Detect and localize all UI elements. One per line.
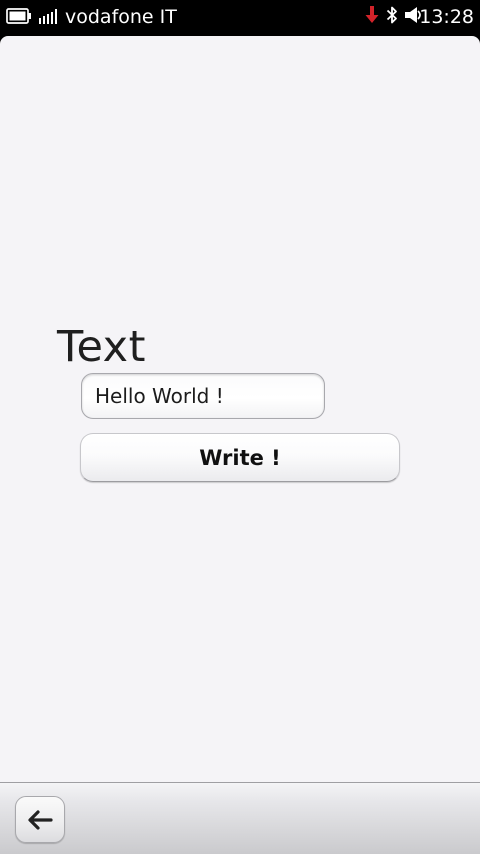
page-heading: Text (57, 322, 146, 372)
back-arrow-icon (28, 810, 53, 830)
main-content: Text Write ! (0, 36, 480, 782)
battery-icon (6, 8, 31, 24)
signal-strength-icon (39, 9, 57, 24)
text-input-field[interactable] (81, 373, 325, 419)
status-bar: vodafone IT 13:28 (0, 0, 480, 36)
bluetooth-icon (386, 6, 397, 24)
status-time: 13:28 (419, 6, 474, 28)
carrier-name: vodafone IT (65, 6, 177, 28)
back-button[interactable] (15, 796, 65, 843)
write-button[interactable]: Write ! (80, 433, 400, 482)
download-arrow-icon (365, 6, 379, 23)
bottom-toolbar (0, 782, 480, 854)
phone-screen: vodafone IT 13:28 Text Write ! (0, 0, 480, 854)
